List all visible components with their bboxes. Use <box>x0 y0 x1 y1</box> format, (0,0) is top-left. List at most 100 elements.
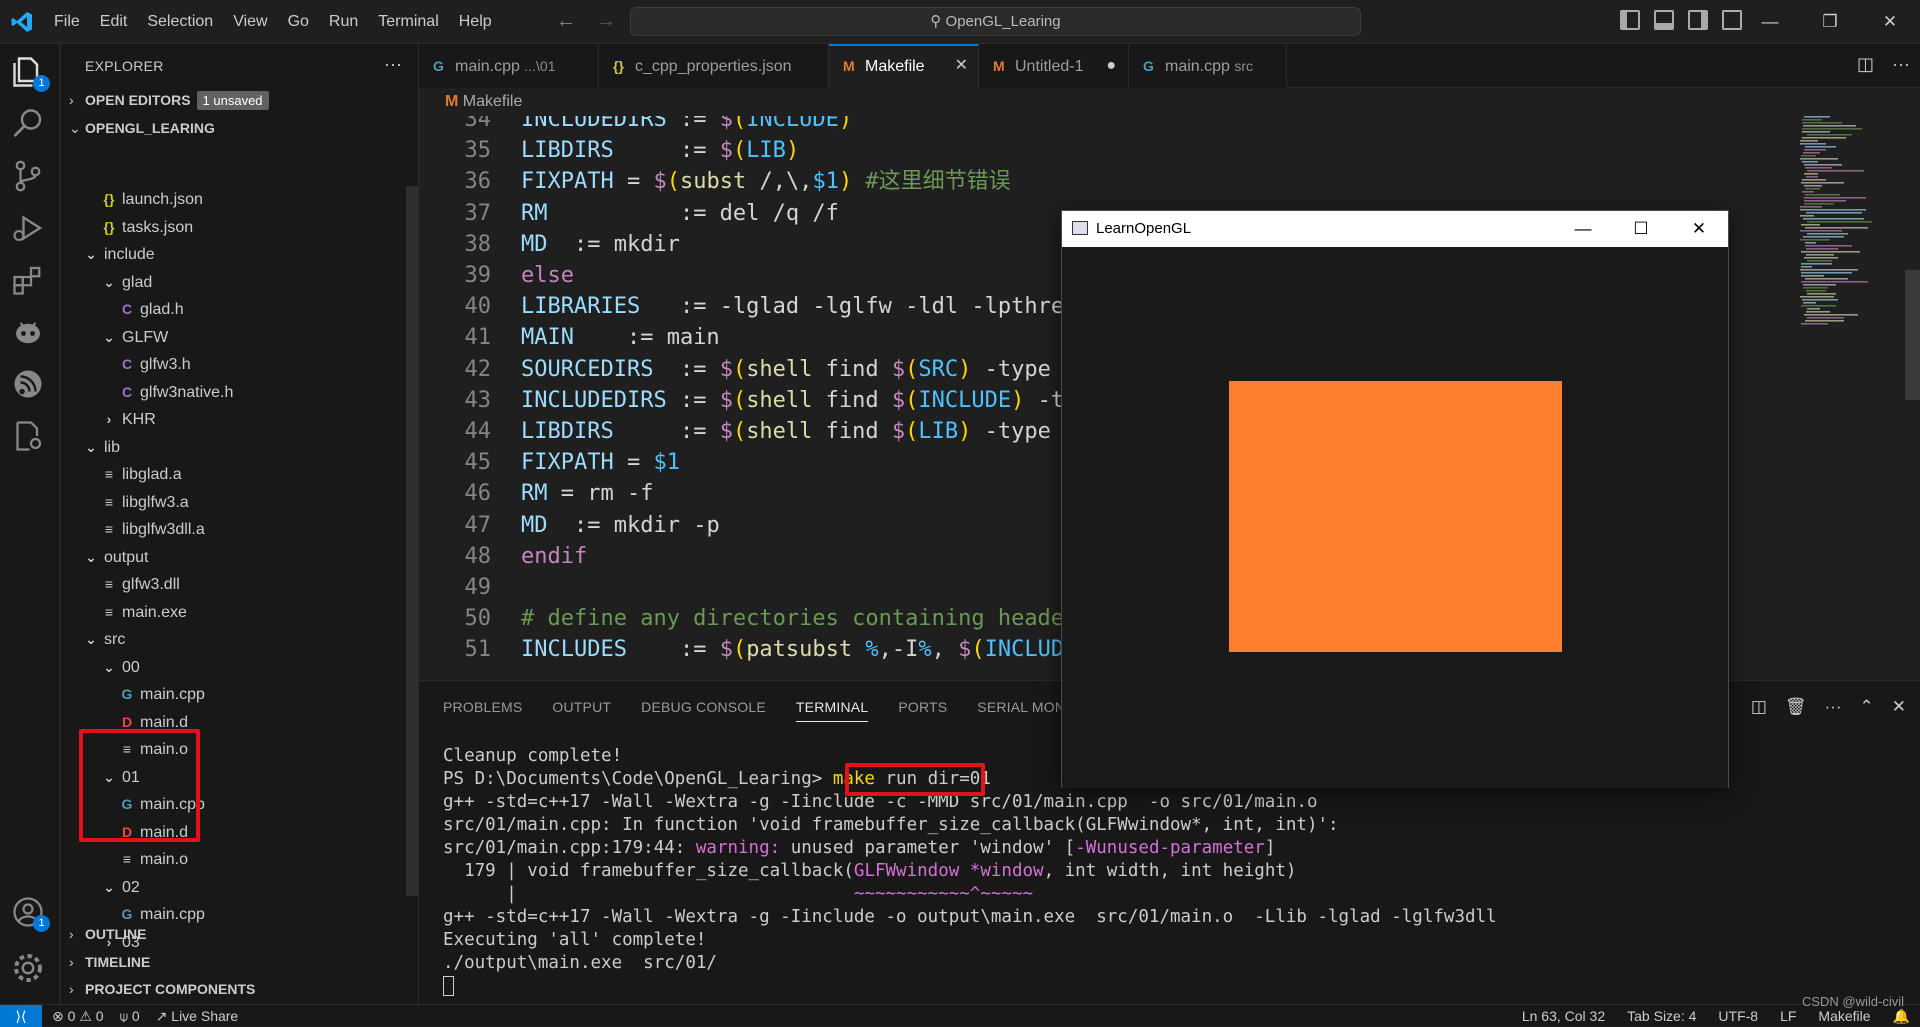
remote-activity[interactable] <box>10 366 50 406</box>
remote-indicator[interactable]: ⟩⟨ <box>0 1005 42 1027</box>
maximize-icon[interactable]: ☐ <box>1612 211 1670 247</box>
outline-section[interactable]: › OUTLINE <box>61 921 419 948</box>
opengl-window[interactable]: LearnOpenGL — ☐ ✕ <box>1061 210 1729 788</box>
text-file-icon: ≡ <box>104 521 114 537</box>
tree-file[interactable]: ≡ libglad.a <box>61 461 399 489</box>
menu-help[interactable]: Help <box>449 13 502 31</box>
more-actions-icon[interactable]: ··· <box>384 54 402 75</box>
close-icon[interactable]: ✕ <box>1860 0 1920 44</box>
editor-tabs: Gmain.cpp ...\01 {} c_cpp_properties.json… <box>419 44 1920 88</box>
menu-view[interactable]: View <box>223 13 277 31</box>
editor-scrollbar[interactable] <box>1905 270 1920 400</box>
breadcrumb-file[interactable]: Makefile <box>463 93 523 110</box>
copilot-activity[interactable] <box>10 314 50 354</box>
tree-file[interactable]: ≡ main.o <box>61 846 399 874</box>
live-share-button[interactable]: ↗ Live Share <box>156 1005 239 1027</box>
tree-folder[interactable]: ⌄ output <box>61 544 399 572</box>
tree-file[interactable]: ≡ main.exe <box>61 599 399 627</box>
menu-file[interactable]: File <box>44 13 90 31</box>
minimap-line <box>1803 302 1816 304</box>
split-terminal-icon[interactable]: ◫ <box>1751 697 1767 717</box>
tab-main-cpp-src[interactable]: Gmain.cpp src <box>1129 44 1287 88</box>
more-actions-icon[interactable]: ··· <box>1892 54 1910 75</box>
tree-file[interactable]: {} tasks.json <box>61 214 399 242</box>
layout-controls <box>1620 10 1742 30</box>
ports-indicator[interactable]: ⍦ 0 <box>120 1005 140 1027</box>
tree-folder[interactable]: ⌄ lib <box>61 434 399 462</box>
restore-icon[interactable]: ❐ <box>1800 0 1860 44</box>
menu-selection[interactable]: Selection <box>137 13 223 31</box>
toggle-primary-sidebar-icon[interactable] <box>1620 10 1640 30</box>
tab-terminal[interactable]: TERMINAL <box>795 693 869 722</box>
code-line: 40 LIBRARIES := -lglad -lglfw -ldl -lpthr… <box>419 291 1078 322</box>
forward-arrow-icon[interactable]: → <box>596 10 616 33</box>
encoding[interactable]: UTF-8 <box>1718 1005 1758 1027</box>
tab-ports[interactable]: PORTS <box>898 693 947 721</box>
cursor-position[interactable]: Ln 63, Col 32 <box>1522 1005 1605 1027</box>
menu-run[interactable]: Run <box>319 13 368 31</box>
close-tab-icon[interactable]: ✕ <box>955 46 968 86</box>
tree-file[interactable]: ≡ libglfw3dll.a <box>61 516 399 544</box>
workspace-root-section[interactable]: ⌄ OPENGL_LEARING <box>61 115 419 142</box>
tree-file[interactable]: {} launch.json <box>61 186 399 214</box>
extensions-activity[interactable] <box>10 262 50 302</box>
tab-c-cpp-properties[interactable]: {} c_cpp_properties.json <box>599 44 829 88</box>
tree-folder[interactable]: ⌄ 00 <box>61 654 399 682</box>
tree-file[interactable]: Cglfw3.h <box>61 351 399 379</box>
back-arrow-icon[interactable]: ← <box>556 10 576 33</box>
tree-folder[interactable]: ⌄ include <box>61 241 399 269</box>
tree-folder[interactable]: ⌄ GLFW <box>61 324 399 352</box>
split-editor-icon[interactable]: ◫ <box>1857 54 1874 75</box>
search-activity[interactable] <box>10 106 50 146</box>
end-of-line[interactable]: LF <box>1780 1005 1796 1027</box>
menu-go[interactable]: Go <box>278 13 319 31</box>
close-panel-icon[interactable]: ✕ <box>1892 697 1906 717</box>
open-editors-section[interactable]: › OPEN EDITORS 1 unsaved <box>61 87 419 114</box>
accounts-activity[interactable]: 1 <box>10 894 50 934</box>
timeline-section[interactable]: › TIMELINE <box>61 949 419 976</box>
unsaved-dot-icon[interactable]: ● <box>1106 44 1116 88</box>
minimize-icon[interactable]: — <box>1740 0 1800 44</box>
tab-size[interactable]: Tab Size: 4 <box>1627 1005 1696 1027</box>
close-icon[interactable]: ✕ <box>1670 211 1728 247</box>
tree-folder[interactable]: ⌄ src <box>61 626 399 654</box>
command-center[interactable]: ⚲ OpenGL_Learing <box>630 7 1361 36</box>
minimap-line <box>1805 320 1844 322</box>
tab-problems[interactable]: PROBLEMS <box>443 693 522 721</box>
problems-indicator[interactable]: ⊗ 0 ⚠ 0 <box>52 1005 104 1027</box>
more-actions-icon[interactable]: ··· <box>1825 697 1842 717</box>
toggle-secondary-sidebar-icon[interactable] <box>1688 10 1708 30</box>
tree-file[interactable]: Cglad.h <box>61 296 399 324</box>
tree-folder[interactable]: › KHR <box>61 406 399 434</box>
cmake-activity[interactable] <box>10 418 50 458</box>
opengl-window-titlebar[interactable]: LearnOpenGL — ☐ ✕ <box>1062 211 1728 247</box>
menu-terminal[interactable]: Terminal <box>368 13 448 31</box>
tree-file[interactable]: Cglfw3native.h <box>61 379 399 407</box>
warning-count: 0 <box>95 1008 104 1024</box>
source-control-activity[interactable] <box>10 158 50 198</box>
tree-folder[interactable]: ⌄ 02 <box>61 874 399 902</box>
tab-output[interactable]: OUTPUT <box>552 693 611 721</box>
tree-file[interactable]: ≡ glfw3.dll <box>61 571 399 599</box>
tab-makefile[interactable]: M Makefile ✕ <box>829 44 979 88</box>
code-token: $ <box>891 387 906 413</box>
minimize-icon[interactable]: — <box>1554 211 1612 247</box>
maximize-panel-icon[interactable]: ⌃ <box>1860 697 1874 717</box>
customize-layout-icon[interactable] <box>1722 10 1742 30</box>
toggle-panel-icon[interactable] <box>1654 10 1674 30</box>
tree-folder[interactable]: ⌄ glad <box>61 269 399 297</box>
tab-debug-console[interactable]: DEBUG CONSOLE <box>641 693 766 721</box>
project-components-section[interactable]: › PROJECT COMPONENTS <box>61 976 419 1003</box>
tab-main-cpp-01[interactable]: Gmain.cpp ...\01 <box>419 44 599 88</box>
sidebar-scrollbar[interactable] <box>406 186 418 896</box>
minimap[interactable] <box>1796 116 1906 336</box>
menu-edit[interactable]: Edit <box>90 13 138 31</box>
tree-file[interactable]: Gmain.cpp <box>61 681 399 709</box>
manage-activity[interactable] <box>10 950 50 990</box>
opengl-canvas[interactable] <box>1062 247 1728 788</box>
tree-file[interactable]: ≡ libglfw3.a <box>61 489 399 517</box>
tab-untitled-1[interactable]: M Untitled-1 ● <box>979 44 1129 88</box>
run-debug-activity[interactable] <box>10 210 50 250</box>
trash-icon[interactable]: 🗑 <box>1785 697 1807 717</box>
explorer-activity[interactable]: 1 <box>10 54 50 94</box>
